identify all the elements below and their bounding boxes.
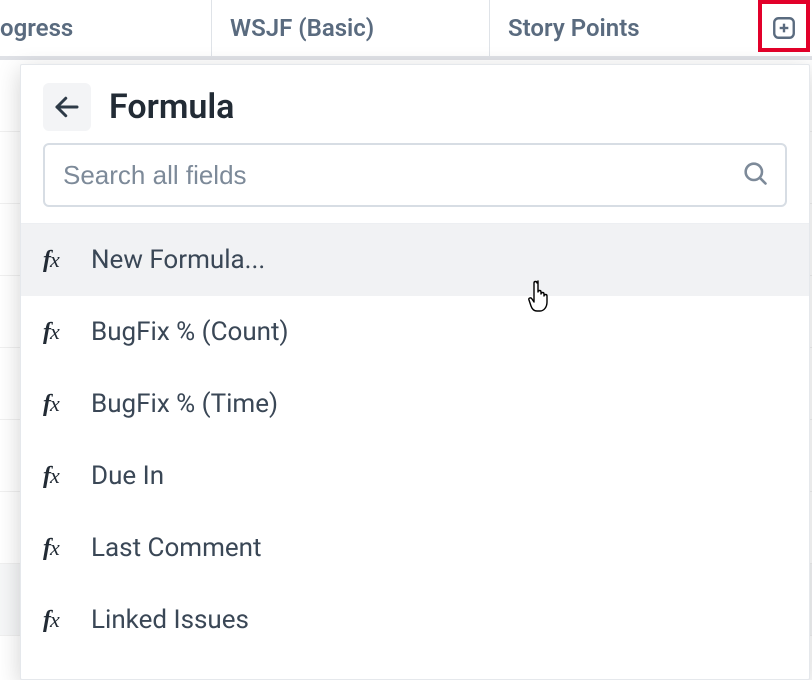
search-icon [741, 159, 769, 191]
column-header-wsjf[interactable]: WSJF (Basic) [212, 0, 490, 56]
add-column-cell [756, 0, 812, 56]
popup-header: Formula [21, 65, 809, 143]
fx-icon: fx [43, 391, 75, 418]
fx-icon: fx [43, 463, 75, 490]
list-item-bugfix-time[interactable]: fx BugFix % (Time) [21, 368, 809, 440]
column-header-storypoints[interactable]: Story Points [490, 0, 752, 56]
fx-icon: fx [43, 319, 75, 346]
add-column-button[interactable] [769, 13, 799, 43]
search-box[interactable] [43, 143, 787, 207]
list-item-due-in[interactable]: fx Due In [21, 440, 809, 512]
list-item-label: BugFix % (Time) [91, 389, 278, 419]
search-input[interactable] [63, 160, 729, 191]
arrow-left-icon [52, 92, 82, 122]
list-item-label: BugFix % (Count) [91, 317, 289, 347]
plus-square-icon [771, 15, 797, 41]
popup-title: Formula [109, 87, 234, 127]
search-container [21, 143, 809, 223]
back-button[interactable] [43, 83, 91, 131]
list-item-label: Last Comment [91, 533, 262, 563]
column-header-progress[interactable]: ogress [0, 0, 212, 56]
list-item-linked-issues[interactable]: fx Linked Issues [21, 584, 809, 656]
list-item-last-comment[interactable]: fx Last Comment [21, 512, 809, 584]
column-header-label: WSJF (Basic) [230, 14, 374, 42]
list-item-label: New Formula... [91, 245, 265, 275]
fx-icon: fx [43, 607, 75, 634]
column-header-label: ogress [0, 14, 73, 42]
column-header-row: ogress WSJF (Basic) Story Points [0, 0, 812, 56]
list-item-label: Due In [91, 461, 164, 491]
column-header-label: Story Points [508, 14, 640, 42]
list-item-new-formula[interactable]: fx New Formula... [21, 224, 809, 296]
list-item-label: Linked Issues [91, 605, 249, 635]
add-column-popup: Formula fx New Formula... fx BugFix % (C… [20, 64, 810, 680]
fx-icon: fx [43, 535, 75, 562]
list-item-bugfix-count[interactable]: fx BugFix % (Count) [21, 296, 809, 368]
formula-list: fx New Formula... fx BugFix % (Count) fx… [21, 223, 809, 679]
fx-icon: fx [43, 247, 75, 274]
